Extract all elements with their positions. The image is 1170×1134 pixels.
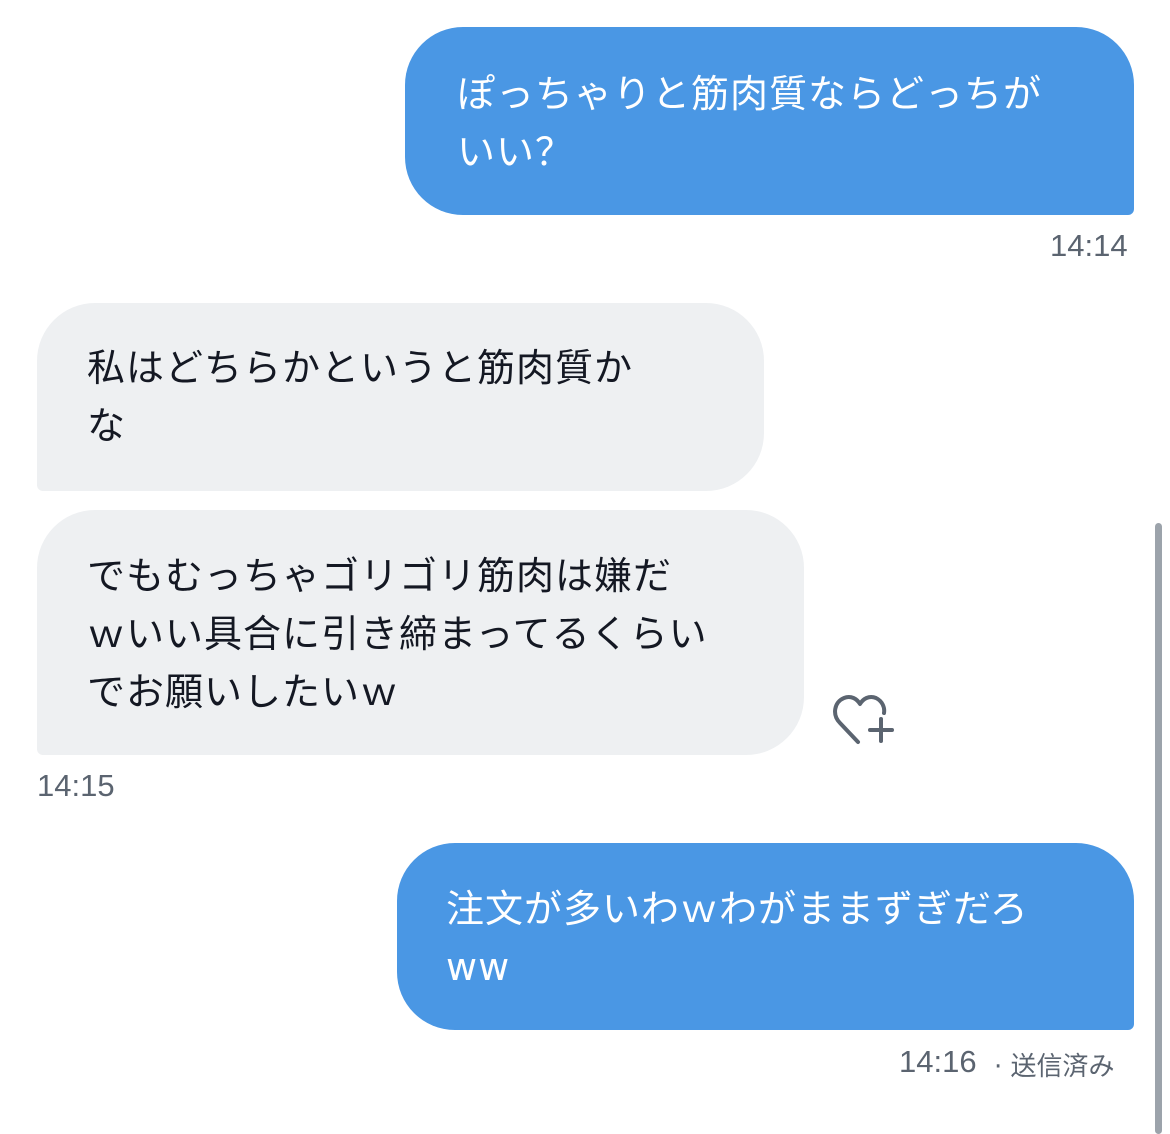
- message-bubble-received[interactable]: でもむっちゃゴリゴリ筋肉は嫌だ ｗいい具合に引き締まってるくらい でお願いしたい…: [37, 510, 804, 755]
- message-text-line: 私はどちらかというと筋肉質か: [87, 346, 634, 390]
- message-text-line: な: [87, 404, 127, 448]
- message-timestamp: 14:14: [1050, 228, 1128, 263]
- message-text-line: 注文が多いわｗわがままずぎだろ: [446, 887, 1029, 931]
- message-bubble-sent[interactable]: 注文が多いわｗわがままずぎだろ ww: [397, 843, 1134, 1030]
- message-timestamp: 14:16: [899, 1044, 977, 1079]
- message-timestamp: 14:15: [37, 768, 115, 803]
- message-text-line: いい？: [457, 130, 575, 174]
- delivery-status: · 送信済み: [994, 1052, 1115, 1082]
- message-bubble-sent[interactable]: ぽっちゃりと筋肉質ならどっちが いい？: [405, 27, 1134, 215]
- message-text-line: ｗいい具合に引き締まってるくらい: [87, 612, 708, 656]
- message-text-line: でお願いしたいｗ: [87, 670, 400, 714]
- message-text-line: でもむっちゃゴリゴリ筋肉は嫌だ: [87, 554, 673, 598]
- message-bubble-received[interactable]: 私はどちらかというと筋肉質か な: [37, 303, 764, 491]
- heart-plus-icon: [833, 694, 894, 744]
- add-reaction-button[interactable]: [832, 688, 898, 750]
- message-text-line: ww: [446, 945, 511, 989]
- scrollbar[interactable]: [1155, 523, 1162, 1134]
- message-text-line: ぽっちゃりと筋肉質ならどっちが: [457, 72, 1043, 116]
